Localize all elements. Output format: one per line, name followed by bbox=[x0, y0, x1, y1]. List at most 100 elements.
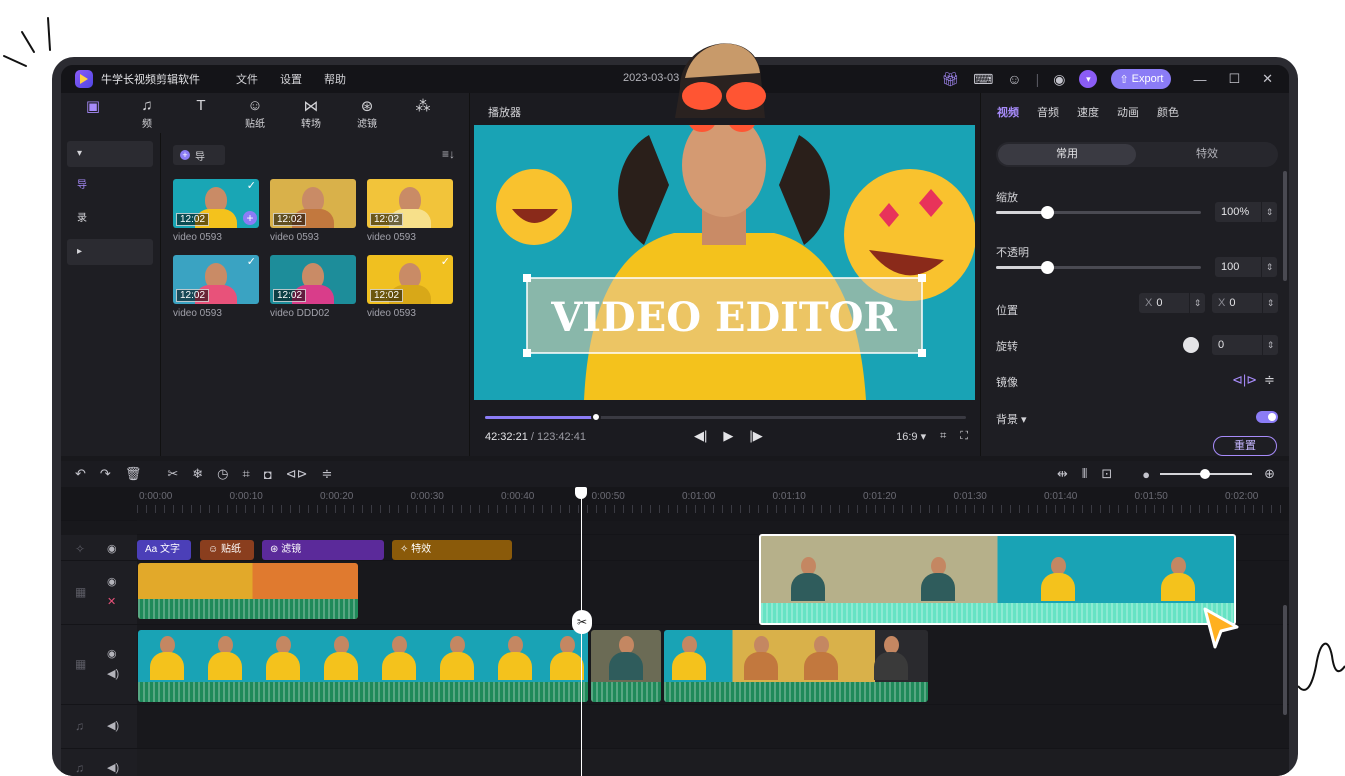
add-to-timeline-icon[interactable]: + bbox=[243, 211, 257, 225]
position-x-input[interactable]: X 0 ⇕ bbox=[1139, 293, 1205, 313]
segment-effects[interactable]: 特效 bbox=[1138, 144, 1276, 165]
preview-canvas[interactable]: VIDEO EDITOR bbox=[474, 125, 975, 400]
sort-icon[interactable]: ≡↓ bbox=[442, 147, 455, 161]
media-thumbnail[interactable]: 12:02 bbox=[367, 179, 453, 228]
freeze-icon[interactable]: ❄ bbox=[192, 466, 203, 482]
tab-video[interactable]: 视频 bbox=[997, 104, 1019, 120]
minimize-icon[interactable]: — bbox=[1193, 72, 1206, 87]
chip-text[interactable]: Aa 文字 bbox=[137, 540, 191, 560]
split-icon[interactable]: ✂ bbox=[167, 466, 178, 482]
category-collapsed[interactable]: ▸ bbox=[67, 239, 153, 265]
timeline-scrollbar[interactable] bbox=[1283, 605, 1287, 715]
main-clip-2[interactable] bbox=[591, 630, 661, 702]
rotation-dial-icon[interactable] bbox=[1183, 337, 1199, 353]
segment-common[interactable]: 常用 bbox=[998, 144, 1136, 165]
time-ruler[interactable]: 0:00:00 0:00:10 0:00:20 0:00:30 0:00:40 0:00:… bbox=[137, 487, 1289, 521]
chip-sticker[interactable]: ☺ 贴纸 bbox=[200, 540, 254, 560]
media-thumbnail[interactable]: 12:02 ✓ bbox=[173, 255, 259, 304]
feedback-icon[interactable]: ☺ bbox=[1007, 72, 1021, 86]
audio-split-icon[interactable]: ⫴ bbox=[1082, 466, 1087, 482]
mute-icon[interactable]: ✕ bbox=[107, 595, 116, 608]
media-thumbnail[interactable]: 12:02 ✓ bbox=[367, 255, 453, 304]
speaker-icon[interactable]: ◀) bbox=[107, 667, 119, 680]
player-scrubber[interactable] bbox=[485, 412, 966, 422]
aspect-ratio-select[interactable]: 16:9 ▾ bbox=[896, 430, 926, 443]
tool-media[interactable]: ▣ bbox=[71, 97, 115, 115]
scale-slider[interactable] bbox=[996, 206, 1201, 219]
menu-settings[interactable]: 设置 bbox=[280, 71, 302, 87]
prev-frame-icon[interactable]: ◀| bbox=[694, 428, 707, 444]
import-button[interactable]: + 导 bbox=[173, 145, 225, 165]
mirror-tool-icon[interactable]: ⊲⊳ bbox=[286, 466, 308, 482]
background-label[interactable]: 背景 ▾ bbox=[996, 411, 1027, 427]
dragged-clip[interactable] bbox=[759, 534, 1236, 625]
stepper-icon[interactable]: ⇕ bbox=[1262, 293, 1278, 313]
tool-filter[interactable]: ⊛ 滤镜 bbox=[345, 97, 389, 130]
media-thumbnail[interactable]: 12:02 bbox=[270, 179, 356, 228]
zoom-knob[interactable] bbox=[1200, 469, 1211, 479]
tool-sticker[interactable]: ☺ 贴纸 bbox=[233, 97, 277, 130]
crop-tool-icon[interactable]: ⌗ bbox=[242, 466, 249, 482]
eye-icon[interactable]: ◉ bbox=[107, 542, 117, 555]
properties-scrollbar[interactable] bbox=[1283, 171, 1287, 281]
eye-icon[interactable]: ◉ bbox=[107, 575, 117, 588]
background-toggle[interactable] bbox=[1256, 411, 1278, 423]
scissor-icon[interactable]: ✂ bbox=[572, 610, 592, 634]
chip-filter[interactable]: ⊛ 滤镜 bbox=[262, 540, 384, 560]
speed-icon[interactable]: ◷ bbox=[217, 466, 228, 482]
flip-vertical-icon[interactable]: ≑ bbox=[1264, 372, 1275, 388]
export-button[interactable]: ⇧ Export bbox=[1111, 69, 1172, 89]
gift-icon[interactable]: 🎁︎ bbox=[941, 72, 959, 86]
overlay-clip[interactable] bbox=[138, 563, 358, 619]
eye-icon[interactable]: ◉ bbox=[107, 647, 117, 660]
tool-transition[interactable]: ⋈ 转场 bbox=[289, 97, 333, 130]
scale-knob[interactable] bbox=[1041, 206, 1055, 219]
close-icon[interactable]: ✕ bbox=[1262, 71, 1273, 87]
stepper-icon[interactable]: ⇕ bbox=[1261, 202, 1277, 222]
main-clip-1[interactable] bbox=[138, 630, 588, 702]
play-icon[interactable]: ▶ bbox=[723, 428, 733, 444]
stepper-icon[interactable]: ⇕ bbox=[1262, 335, 1278, 355]
fullscreen-icon[interactable]: ⛶ bbox=[960, 430, 968, 443]
opacity-knob[interactable] bbox=[1041, 261, 1055, 274]
category-import[interactable]: 导 bbox=[67, 173, 153, 199]
category-record[interactable]: 录 bbox=[67, 206, 153, 232]
opacity-slider[interactable] bbox=[996, 261, 1201, 274]
snap-icon[interactable]: ⇹ bbox=[1057, 466, 1068, 482]
menu-file[interactable]: 文件 bbox=[236, 71, 258, 87]
speaker-icon[interactable]: ◀) bbox=[107, 719, 119, 732]
stepper-icon[interactable]: ⇕ bbox=[1261, 257, 1277, 277]
main-clip-3[interactable] bbox=[664, 630, 928, 702]
undo-icon[interactable]: ↶ bbox=[75, 466, 86, 482]
keyboard-icon[interactable]: ⌨ bbox=[973, 72, 993, 86]
reset-button[interactable]: 重置 bbox=[1213, 436, 1277, 456]
scrub-knob[interactable] bbox=[590, 412, 601, 422]
delete-icon[interactable]: 🗑︎ bbox=[125, 466, 142, 482]
fit-icon[interactable]: ⊡ bbox=[1101, 466, 1112, 482]
tool-text[interactable]: T bbox=[179, 97, 223, 115]
scale-input[interactable]: 100% ⇕ bbox=[1215, 202, 1277, 222]
account-icon[interactable]: ◉ bbox=[1053, 72, 1065, 86]
tab-color[interactable]: 颜色 bbox=[1157, 104, 1179, 120]
speaker-icon[interactable]: ◀) bbox=[107, 761, 119, 774]
redo-icon[interactable]: ↷ bbox=[100, 466, 111, 482]
media-thumbnail[interactable]: 12:02 bbox=[270, 255, 356, 304]
tab-animation[interactable]: 动画 bbox=[1117, 104, 1139, 120]
tool-audio[interactable]: ♫ 频 bbox=[125, 97, 169, 130]
playhead-handle[interactable] bbox=[575, 487, 587, 499]
rotation-input[interactable]: 0 ⇕ bbox=[1212, 335, 1278, 355]
zoom-in-icon[interactable]: ⊕ bbox=[1264, 466, 1275, 482]
mask-icon[interactable]: ◘ bbox=[264, 467, 272, 482]
chip-effects[interactable]: ✧ 特效 bbox=[392, 540, 512, 560]
flip-tool-icon[interactable]: ≑ bbox=[321, 466, 332, 482]
crop-icon[interactable]: ⌗ bbox=[940, 430, 946, 443]
cart-icon[interactable]: ▾ bbox=[1079, 70, 1098, 88]
menu-help[interactable]: 帮助 bbox=[324, 71, 346, 87]
category-header[interactable]: ▾ bbox=[67, 141, 153, 167]
next-frame-icon[interactable]: |▶ bbox=[749, 428, 762, 444]
tool-effects[interactable]: ⁂ bbox=[401, 97, 445, 115]
position-y-input[interactable]: X 0 ⇕ bbox=[1212, 293, 1278, 313]
zoom-out-icon[interactable]: ● bbox=[1142, 467, 1150, 482]
zoom-slider[interactable] bbox=[1160, 469, 1253, 479]
tab-audio[interactable]: 音频 bbox=[1037, 104, 1059, 120]
